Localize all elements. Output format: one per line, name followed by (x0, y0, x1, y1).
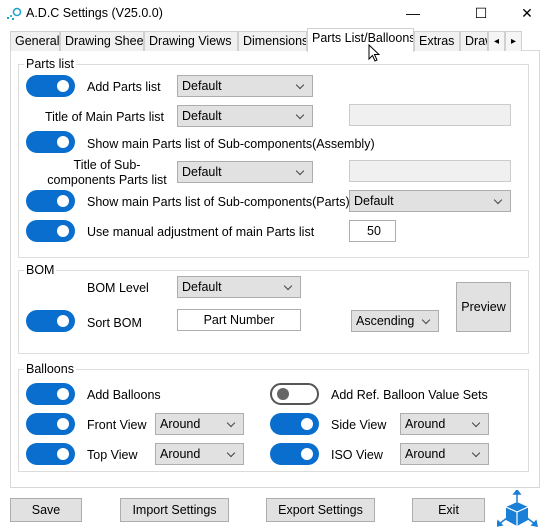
title-main-parts-list-label: Title of Main Parts list (44, 110, 164, 124)
manual-adjust-input[interactable]: 50 (349, 220, 396, 242)
add-parts-list-select[interactable]: Default (177, 75, 313, 97)
title-sub-parts-list-label: Title of Sub-components Parts list (47, 158, 167, 187)
iso-view-label: ISO View (331, 448, 383, 462)
save-button[interactable]: Save (10, 498, 82, 522)
iso-view-toggle[interactable] (270, 443, 319, 465)
add-parts-list-toggle[interactable] (26, 75, 75, 97)
title-sub-parts-list-select[interactable]: Default (177, 161, 313, 183)
show-parts-select[interactable]: Default (349, 190, 511, 212)
show-parts-toggle[interactable] (26, 190, 75, 212)
mouse-cursor-icon (368, 44, 381, 62)
balloons-group-title: Balloons (24, 362, 76, 376)
show-parts-label: Show main Parts list of Sub-components(P… (87, 195, 350, 209)
preview-button[interactable]: Preview (456, 282, 511, 332)
add-balloons-label: Add Balloons (87, 388, 161, 402)
add-ref-balloon-label: Add Ref. Balloon Value Sets (331, 388, 488, 402)
show-assembly-label: Show main Parts list of Sub-components(A… (87, 137, 375, 151)
title-sub-parts-list-input[interactable] (349, 160, 511, 182)
minimize-button[interactable]: — (390, 0, 436, 28)
add-parts-list-label: Add Parts list (87, 80, 161, 94)
maximize-button[interactable]: ☐ (458, 0, 504, 28)
side-view-toggle[interactable] (270, 413, 319, 435)
window-title: A.D.C Settings (V25.0.0) (26, 6, 163, 20)
import-settings-button[interactable]: Import Settings (120, 498, 229, 522)
iso-view-select[interactable]: Around (400, 443, 489, 465)
front-view-toggle[interactable] (26, 413, 75, 435)
tab-general[interactable]: General (10, 31, 60, 51)
export-settings-button[interactable]: Export Settings (266, 498, 375, 522)
show-assembly-toggle[interactable] (26, 131, 75, 153)
3d-cube-icon (497, 490, 538, 527)
tab-extras[interactable]: Extras (414, 31, 460, 51)
top-view-select[interactable]: Around (155, 443, 244, 465)
sort-bom-label: Sort BOM (87, 316, 142, 330)
bom-group-title: BOM (24, 263, 57, 277)
manual-adjust-label: Use manual adjustment of main Parts list (87, 225, 315, 239)
tab-dimensions[interactable]: Dimensions (238, 31, 307, 51)
sort-order-select[interactable]: Ascending (351, 310, 439, 332)
close-button[interactable]: ✕ (504, 0, 550, 28)
manual-adjust-toggle[interactable] (26, 220, 75, 242)
app-logo-icon (7, 7, 22, 20)
tab-scroll-left-button[interactable]: ◂ (488, 31, 505, 51)
tab-draw[interactable]: Draw (460, 31, 488, 51)
tab-parts-list-balloons[interactable]: Parts List/Balloons (307, 28, 414, 52)
title-main-parts-list-input[interactable] (349, 104, 511, 126)
tab-scroll-right-button[interactable]: ▸ (505, 31, 522, 51)
add-ref-balloon-toggle[interactable] (270, 383, 319, 405)
top-view-label: Top View (87, 448, 138, 462)
sort-field-input[interactable]: Part Number (177, 309, 301, 331)
bom-level-select[interactable]: Default (177, 276, 301, 298)
title-main-parts-list-select[interactable]: Default (177, 105, 313, 127)
side-view-select[interactable]: Around (400, 413, 489, 435)
front-view-select[interactable]: Around (155, 413, 244, 435)
tab-drawing-views[interactable]: Drawing Views (144, 31, 238, 51)
add-balloons-toggle[interactable] (26, 383, 75, 405)
sort-bom-toggle[interactable] (26, 310, 75, 332)
bom-level-label: BOM Level (87, 281, 149, 295)
title-bar: A.D.C Settings (V25.0.0) — ☐ ✕ (0, 0, 550, 28)
exit-button[interactable]: Exit (412, 498, 485, 522)
tab-drawing-sheet[interactable]: Drawing Sheet (60, 31, 144, 51)
top-view-toggle[interactable] (26, 443, 75, 465)
front-view-label: Front View (87, 418, 147, 432)
parts-list-group-title: Parts list (24, 57, 76, 71)
side-view-label: Side View (331, 418, 387, 432)
